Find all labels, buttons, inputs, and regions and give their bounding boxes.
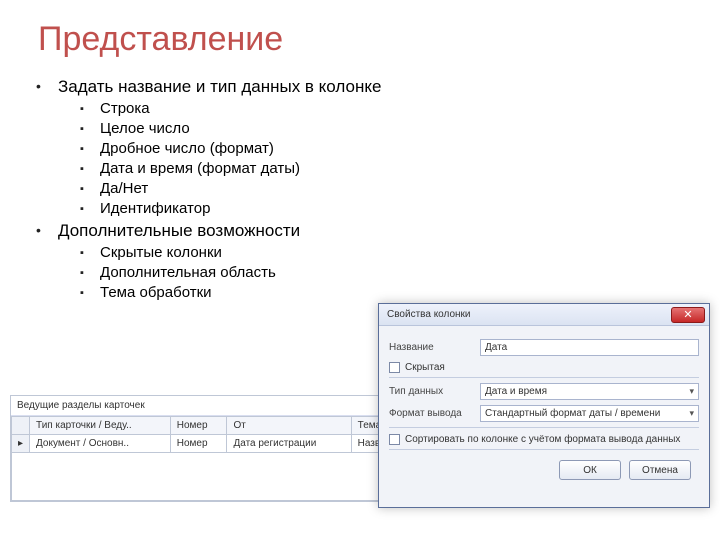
list-item: Дополнительная область bbox=[80, 264, 690, 281]
ok-button[interactable]: ОК bbox=[559, 460, 621, 480]
separator bbox=[389, 427, 699, 428]
slide-title: Представление bbox=[38, 20, 690, 59]
list-item: Дата и время (формат даты) bbox=[80, 160, 690, 177]
close-icon: ✕ bbox=[683, 308, 692, 321]
separator bbox=[389, 377, 699, 378]
label-type: Тип данных bbox=[389, 386, 474, 397]
label-name: Название bbox=[389, 342, 474, 353]
list-item: Скрытые колонки bbox=[80, 244, 690, 261]
card-sections-panel: Ведущие разделы карточек Тип карточки / … bbox=[10, 395, 400, 502]
header-cell[interactable]: От bbox=[227, 417, 351, 435]
list-item: Строка bbox=[80, 100, 690, 117]
label-sort: Сортировать по колонке с учётом формата … bbox=[405, 434, 680, 445]
table-row bbox=[12, 453, 399, 501]
list-item: Тема обработки bbox=[80, 284, 690, 301]
cell[interactable]: Документ / Основн.. bbox=[30, 435, 171, 453]
bullet-set-name-type: Задать название и тип данных в колонке С… bbox=[36, 77, 690, 217]
table-header-row: Тип карточки / Веду.. Номер От Тема bbox=[12, 417, 399, 435]
separator bbox=[389, 449, 699, 450]
list-item: Да/Нет bbox=[80, 180, 690, 197]
list-item: Целое число bbox=[80, 120, 690, 137]
hidden-checkbox[interactable] bbox=[389, 362, 400, 373]
type-combobox[interactable]: Дата и время bbox=[480, 383, 699, 400]
list-item: Идентификатор bbox=[80, 200, 690, 217]
label-hidden: Скрытая bbox=[405, 362, 445, 373]
sort-checkbox[interactable] bbox=[389, 434, 400, 445]
dialog-title: Свойства колонки bbox=[387, 309, 471, 320]
panel-caption: Ведущие разделы карточек bbox=[11, 396, 399, 416]
format-combobox[interactable]: Стандартный формат даты / времени bbox=[480, 405, 699, 422]
header-cell bbox=[12, 417, 30, 435]
header-cell[interactable]: Тип карточки / Веду.. bbox=[30, 417, 171, 435]
list-item: Дробное число (формат) bbox=[80, 140, 690, 157]
column-properties-dialog: Свойства колонки ✕ Название Дата Скрытая… bbox=[378, 303, 710, 508]
header-cell[interactable]: Номер bbox=[170, 417, 227, 435]
name-input[interactable]: Дата bbox=[480, 339, 699, 356]
close-button[interactable]: ✕ bbox=[671, 307, 705, 323]
cancel-button[interactable]: Отмена bbox=[629, 460, 691, 480]
table-row[interactable]: ▸ Документ / Основн.. Номер Дата регистр… bbox=[12, 435, 399, 453]
row-indicator: ▸ bbox=[12, 435, 30, 453]
grid-table[interactable]: Тип карточки / Веду.. Номер От Тема ▸ До… bbox=[11, 416, 399, 501]
cell[interactable]: Дата регистрации bbox=[227, 435, 351, 453]
cell[interactable]: Номер bbox=[170, 435, 227, 453]
label-format: Формат вывода bbox=[389, 408, 474, 419]
bullet-additional: Дополнительные возможности Скрытые колон… bbox=[36, 221, 690, 301]
